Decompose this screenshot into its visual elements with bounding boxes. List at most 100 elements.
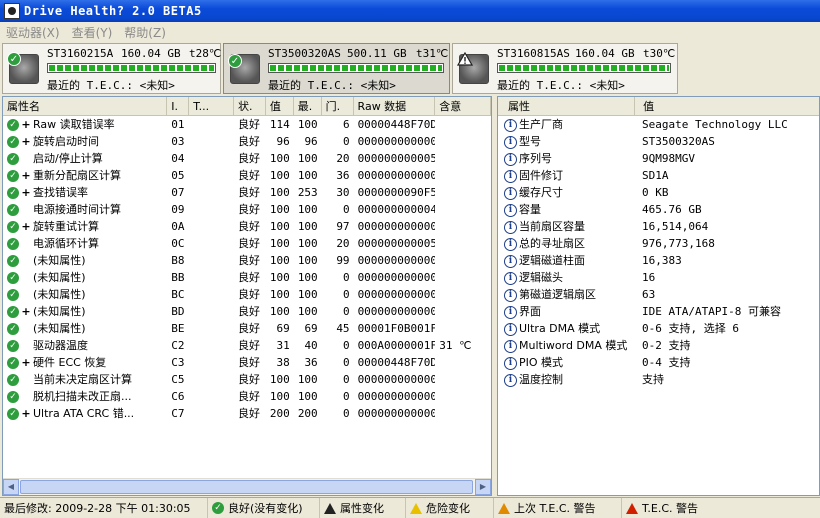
table-row[interactable]: ✓ 脱机扫描未改正扇... C6 良好 100 100 0 000000000000 (3, 388, 491, 405)
last-tec-label: 上次 T.E.C. 警告 (514, 501, 596, 515)
table-row[interactable]: ✓ 电源接通时间计算 09 良好 100 100 0 000000000004 (3, 201, 491, 218)
table-row[interactable]: ✓ + (未知属性) BD 良好 100 100 0 000000000000 (3, 303, 491, 320)
attribute-id: BE (171, 322, 185, 335)
property-name: 容量 (519, 203, 541, 216)
col-property[interactable]: 属性 (498, 97, 636, 116)
menu-help[interactable]: 帮助(Z) (118, 24, 172, 41)
scroll-thumb[interactable] (20, 480, 473, 494)
attribute-name: Raw 读取错误率 (33, 118, 115, 131)
horizontal-scrollbar[interactable]: ◀ ▶ (3, 478, 491, 495)
attr-change-label: 属性变化 (340, 501, 384, 515)
attribute-worst: 100 (297, 118, 318, 131)
attribute-worst: 100 (297, 271, 318, 284)
property-value: 16,514,064 (642, 220, 709, 233)
property-row[interactable]: i 缓存尺寸 0 KB (498, 184, 819, 201)
col-type[interactable]: T... (189, 97, 235, 116)
table-row[interactable]: ✓ 当前未决定扇区计算 C5 良好 100 100 0 000000000000 (3, 371, 491, 388)
ok-check-icon: ✓ (7, 340, 19, 352)
attribute-name-cell: ✓ + 查找错误率 (3, 184, 167, 201)
col-worst[interactable]: 最. (294, 97, 322, 116)
table-row[interactable]: ✓ + 查找错误率 07 良好 100 253 30 0000000090F5 (3, 184, 491, 201)
property-row[interactable]: i PIO 模式 0-4 支持 (498, 354, 819, 371)
attribute-name-cell: ✓ 脱机扫描未改正扇... (3, 388, 167, 405)
property-row[interactable]: i Ultra DMA 模式 0-6 支持, 选择 6 (498, 320, 819, 337)
attribute-id: 09 (171, 203, 185, 216)
property-row[interactable]: i 温度控制 支持 (498, 371, 819, 388)
property-row[interactable]: i 逻辑磁头 16 (498, 269, 819, 286)
table-row[interactable]: ✓ 启动/停止计算 04 良好 100 100 20 000000000005 (3, 150, 491, 167)
col-raw[interactable]: Raw 数据 (354, 97, 436, 116)
table-row[interactable]: ✓ (未知属性) BE 良好 69 69 45 00001F0B001F (3, 320, 491, 337)
attribute-raw: 00000448F70D (357, 118, 436, 131)
property-name-cell: i 第磁道逻辑扇区 (498, 286, 638, 303)
property-row[interactable]: i 生产厂商 Seagate Technology LLC (498, 116, 819, 133)
drive-capacity: 160.04 GB (575, 47, 635, 60)
menu-view[interactable]: 查看(Y) (66, 24, 119, 41)
property-name: 温度控制 (519, 373, 563, 386)
property-row[interactable]: i 型号 ST3500320AS (498, 133, 819, 150)
table-row[interactable]: ✓ + 重新分配扇区计算 05 良好 100 100 36 000000000000 (3, 167, 491, 184)
attribute-threshold: 20 (336, 152, 350, 165)
property-row[interactable]: i 当前扇区容量 16,514,064 (498, 218, 819, 235)
drive-tec: 最近的 T.E.C.: <未知> (268, 79, 396, 92)
col-meaning[interactable]: 含意 (435, 97, 491, 116)
col-id[interactable]: I. (167, 97, 190, 116)
drive-selector: ✓ ST3160215A 160.04 GB t28℃ 最近的 T.E.C.: … (0, 43, 820, 94)
attribute-worst: 100 (297, 373, 318, 386)
property-row[interactable]: i 界面 IDE ATA/ATAPI-8 可兼容 (498, 303, 819, 320)
table-row[interactable]: ✓ (未知属性) BC 良好 100 100 0 000000000000 (3, 286, 491, 303)
property-row[interactable]: i 总的寻址扇区 976,773,168 (498, 235, 819, 252)
menu-drive[interactable]: 驱动器(X) (0, 24, 66, 41)
drive-tile-1[interactable]: ✓ ST3500320AS 500.11 GB t31℃ 最近的 T.E.C.:… (223, 43, 450, 94)
info-icon: i (504, 322, 517, 336)
attribute-threshold: 0 (342, 373, 350, 386)
attribute-value: 100 (269, 169, 290, 182)
table-row[interactable]: ✓ (未知属性) BB 良好 100 100 0 000000000000 (3, 269, 491, 286)
attribute-value: 100 (269, 254, 290, 267)
scroll-left-icon[interactable]: ◀ (3, 479, 19, 495)
attribute-raw: 000000000000 (357, 220, 436, 233)
table-row[interactable]: ✓ + 硬件 ECC 恢复 C3 良好 38 36 0 00000448F70D (3, 354, 491, 371)
scroll-right-icon[interactable]: ▶ (475, 479, 491, 495)
drive-tile-0[interactable]: ✓ ST3160215A 160.04 GB t28℃ 最近的 T.E.C.: … (2, 43, 221, 94)
attribute-type (189, 269, 234, 286)
col-state[interactable]: 状. (234, 97, 266, 116)
col-attribute-name[interactable]: 属性名 (3, 97, 168, 116)
table-row[interactable]: ✓ + 旋转启动时间 03 良好 96 96 0 000000000000 (3, 133, 491, 150)
attribute-name-cell: ✓ 电源循环计算 (3, 235, 167, 252)
attribute-threshold: 20 (336, 237, 350, 250)
attribute-worst: 100 (297, 220, 318, 233)
table-row[interactable]: ✓ + Raw 读取错误率 01 良好 114 100 6 00000448F70D (3, 116, 491, 133)
attribute-type (189, 235, 234, 252)
col-threshold[interactable]: 门. (322, 97, 354, 116)
property-name: 第磁道逻辑扇区 (519, 288, 596, 301)
ok-check-icon: ✓ (7, 408, 19, 420)
attribute-meaning (435, 116, 491, 133)
property-row[interactable]: i 逻辑磁道柱面 16,383 (498, 252, 819, 269)
property-row[interactable]: i 容量 465.76 GB (498, 201, 819, 218)
attribute-name: (未知属性) (33, 271, 86, 284)
attribute-name-cell: ✓ + Raw 读取错误率 (3, 116, 167, 133)
attribute-meaning: 31 ℃ (439, 339, 472, 352)
attribute-name: 旋转启动时间 (33, 135, 99, 148)
table-row[interactable]: ✓ (未知属性) B8 良好 100 100 99 000000000000 (3, 252, 491, 269)
table-row[interactable]: ✓ 驱动器温度 C2 良好 31 40 0 000A0000001F 31 ℃ (3, 337, 491, 354)
property-name: 总的寻址扇区 (519, 237, 585, 250)
table-row[interactable]: ✓ 电源循环计算 0C 良好 100 100 20 000000000005 (3, 235, 491, 252)
critical-marker: + (21, 407, 31, 420)
col-value[interactable]: 值 (266, 97, 294, 116)
attribute-name-cell: ✓ + 硬件 ECC 恢复 (3, 354, 167, 371)
ok-check-icon: ✓ (212, 502, 224, 514)
attribute-threshold: 45 (336, 322, 350, 335)
table-row[interactable]: ✓ + Ultra ATA CRC 错... C7 良好 200 200 0 000000000… (3, 405, 491, 422)
attribute-id: C2 (171, 339, 185, 352)
attribute-threshold: 30 (336, 186, 350, 199)
drive-tile-2[interactable]: ST3160815AS 160.04 GB t30℃ 最近的 T.E.C.: <… (452, 43, 678, 94)
property-row[interactable]: i Multiword DMA 模式 0-2 支持 (498, 337, 819, 354)
property-row[interactable]: i 固件修订 SD1A (498, 167, 819, 184)
property-row[interactable]: i 第磁道逻辑扇区 63 (498, 286, 819, 303)
col-property-value[interactable]: 值 (635, 97, 819, 116)
property-row[interactable]: i 序列号 9QM98MGV (498, 150, 819, 167)
props-table-body: i 生产厂商 Seagate Technology LLC i 型号 ST3500320A… (498, 116, 819, 388)
table-row[interactable]: ✓ + 旋转重试计算 0A 良好 100 100 97 000000000000 (3, 218, 491, 235)
